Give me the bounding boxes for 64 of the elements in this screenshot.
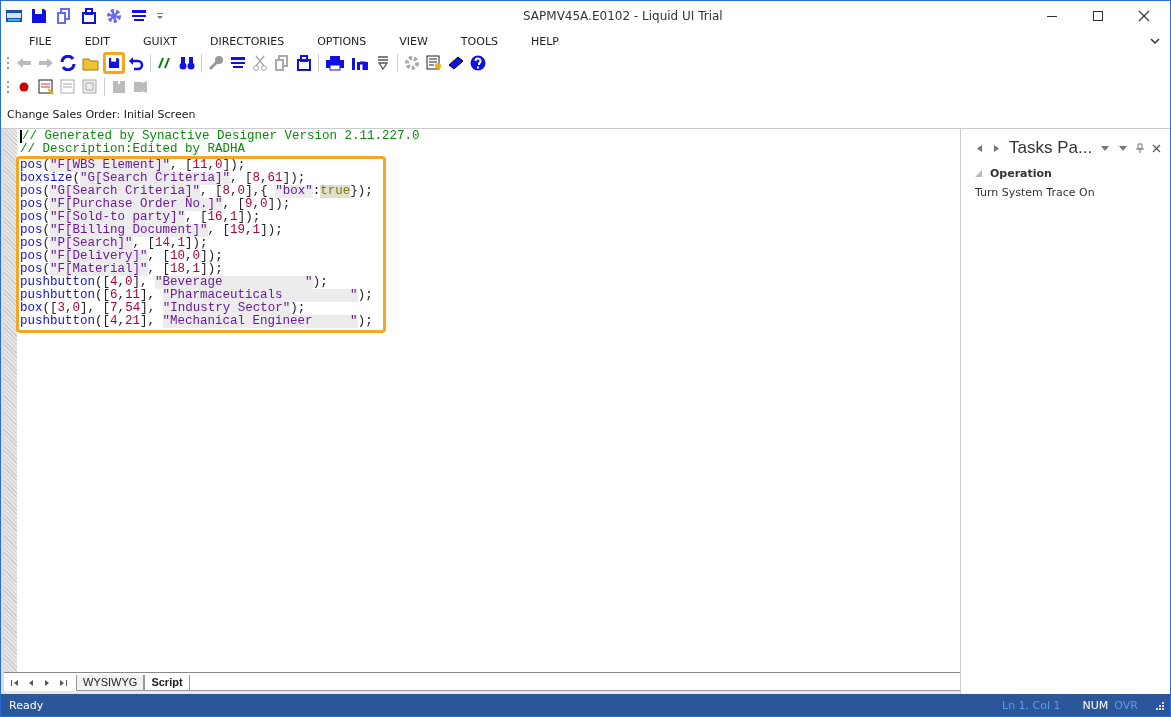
dropdown-icon[interactable] (1118, 144, 1129, 152)
screen-title: Change Sales Order: Initial Screen (6, 107, 197, 123)
form-icon[interactable] (38, 79, 54, 95)
app-logo-icon (6, 8, 22, 24)
task-link[interactable]: Turn System Trace On (975, 186, 1170, 199)
back-arrow-icon[interactable] (975, 143, 984, 153)
refresh-icon[interactable] (60, 55, 76, 71)
menu-item[interactable]: VIEW (399, 34, 428, 48)
save-icon[interactable] (103, 52, 125, 74)
menu-item[interactable]: DIRECTORIES (209, 34, 285, 48)
printer-icon[interactable] (325, 55, 345, 71)
grip-icon (7, 80, 10, 94)
wrench-icon[interactable] (208, 55, 224, 71)
code-line: box([3,0], [7,54], "Industry Sector"); (20, 302, 306, 315)
code-line: pos("F[Delivery]", [10,0]); (20, 250, 224, 263)
forward-arrow-icon[interactable] (992, 143, 1001, 153)
code-line: pos("F[Material]", [18,1]); (20, 263, 224, 276)
code-line: pushbutton([6,11], "Pharmaceuticals "); (20, 289, 373, 302)
help-icon[interactable] (470, 55, 486, 71)
code-comment: // Generated by Synactive Designer Version 2.11.227.0 (20, 130, 960, 143)
copy-icon[interactable] (56, 8, 72, 24)
menu-item[interactable]: EDIT (84, 34, 111, 48)
comment-slashes-icon[interactable] (157, 55, 173, 71)
folder-icon[interactable] (82, 55, 100, 71)
sheet-tab[interactable]: WYSIWYG (76, 675, 145, 691)
save-icon[interactable] (31, 8, 47, 24)
undo-icon[interactable] (128, 55, 144, 71)
maximize-icon[interactable] (1092, 10, 1104, 22)
sheet-tab[interactable]: Script (144, 675, 190, 691)
menu-item[interactable]: HELP (531, 34, 559, 48)
first-page-icon[interactable] (10, 678, 20, 688)
document-icon[interactable] (426, 55, 442, 71)
close-icon[interactable] (1152, 143, 1162, 153)
window-title: SAPMV45A.E0102 - Liquid UI Trial (523, 9, 723, 23)
code-line: boxsize("G[Search Criteria]", [8,61]); (20, 172, 306, 185)
last-page-icon[interactable] (58, 678, 68, 688)
cursor-position: Ln 1, Col 1 (1002, 698, 1061, 712)
dropdown-icon[interactable] (156, 12, 164, 20)
overwrite-indicator: OVR (1114, 698, 1138, 712)
code-line: pos("P[Search]", [14,1]); (20, 237, 208, 250)
menu-item[interactable]: TOOLS (460, 34, 498, 48)
ini-file-icon[interactable] (351, 55, 369, 71)
close-icon[interactable] (1138, 10, 1150, 22)
paste-icon[interactable] (296, 55, 312, 71)
menu-item[interactable]: GUIXT (143, 34, 177, 48)
paste-icon[interactable] (81, 8, 97, 24)
menu-item[interactable]: OPTIONS (317, 34, 367, 48)
code-comment: // Description:Edited by RADHA (20, 143, 246, 156)
dropdown-icon[interactable] (1100, 144, 1111, 152)
menu-item[interactable]: FILE (29, 34, 52, 48)
list-icon[interactable] (131, 8, 147, 24)
pin-icon[interactable] (1136, 143, 1145, 153)
binoculars-icon[interactable] (179, 55, 195, 71)
section-heading: Operation (990, 167, 1052, 180)
code-line: pushbutton([4,21], "Mechanical Engineer "); (20, 315, 373, 328)
download-icon[interactable] (375, 55, 391, 71)
list-icon[interactable] (230, 55, 246, 71)
num-lock-indicator: NUM (1082, 698, 1109, 712)
chevron-down-icon[interactable] (1150, 37, 1160, 45)
resize-grip-icon[interactable] (1154, 700, 1164, 710)
code-line: pos("G[Search Criteria]", [8,0],{ "box":true}); (20, 185, 373, 198)
pane-title: Tasks Pa... (1009, 138, 1093, 158)
status-message: Ready (9, 698, 45, 712)
grip-icon (7, 56, 10, 70)
